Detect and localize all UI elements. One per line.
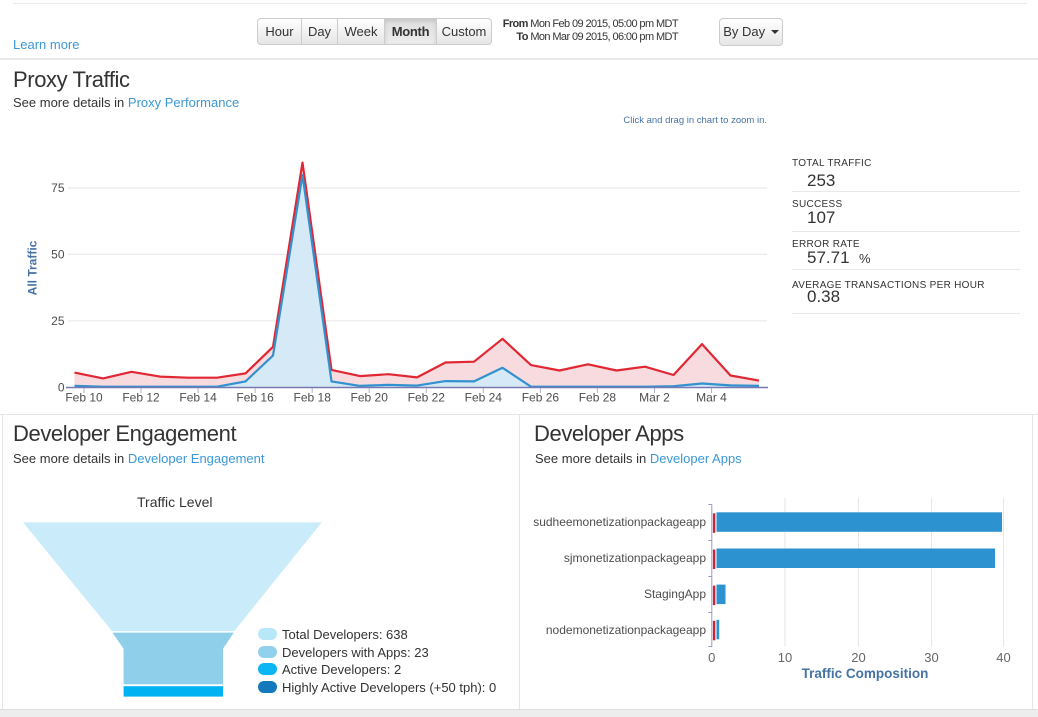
- svg-text:Mar 4: Mar 4: [696, 391, 727, 405]
- svg-text:0: 0: [58, 381, 65, 395]
- svg-text:25: 25: [51, 314, 65, 328]
- svg-text:nodemonetizationpackageapp: nodemonetizationpackageapp: [546, 623, 706, 637]
- svg-text:Feb 22: Feb 22: [408, 391, 446, 405]
- svg-text:All Traffic: All Traffic: [26, 240, 40, 295]
- svg-text:Feb 28: Feb 28: [579, 391, 617, 405]
- svg-text:Mar 2: Mar 2: [639, 391, 670, 405]
- svg-text:75: 75: [51, 181, 65, 195]
- svg-text:Feb 24: Feb 24: [465, 391, 503, 405]
- svg-text:sjmonetizationpackageapp: sjmonetizationpackageapp: [564, 551, 706, 565]
- svg-text:Feb 20: Feb 20: [351, 391, 389, 405]
- svg-text:Feb 14: Feb 14: [179, 391, 217, 405]
- svg-text:sudheemonetizationpackageapp: sudheemonetizationpackageapp: [533, 515, 706, 529]
- svg-text:20: 20: [851, 650, 865, 665]
- svg-text:Feb 26: Feb 26: [522, 391, 560, 405]
- svg-text:30: 30: [924, 650, 938, 665]
- svg-text:Feb 10: Feb 10: [65, 391, 103, 405]
- svg-text:Feb 18: Feb 18: [294, 391, 332, 405]
- svg-text:10: 10: [778, 650, 792, 665]
- svg-text:40: 40: [996, 650, 1010, 665]
- svg-text:Feb 12: Feb 12: [122, 391, 160, 405]
- svg-text:50: 50: [51, 247, 65, 261]
- svg-text:0: 0: [708, 650, 715, 665]
- svg-text:Traffic Composition: Traffic Composition: [802, 666, 929, 681]
- svg-text:StagingApp: StagingApp: [644, 587, 706, 601]
- svg-text:Feb 16: Feb 16: [236, 391, 274, 405]
